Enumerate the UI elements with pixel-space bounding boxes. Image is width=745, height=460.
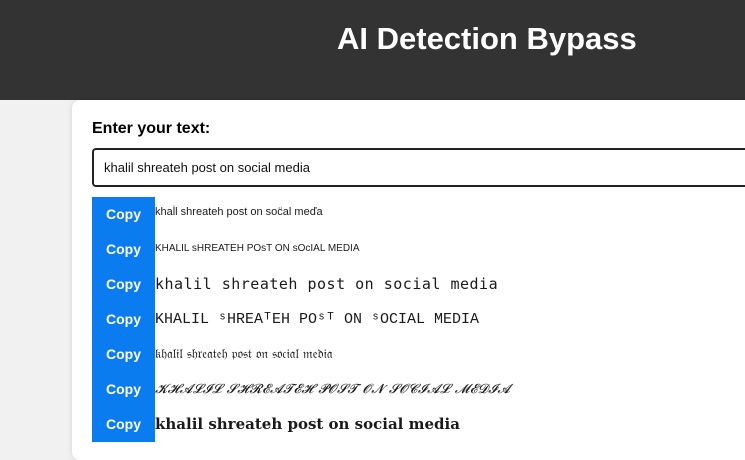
result-text: KHALIL sHREATEH POsT ON sOcIAL MEDIA [155, 243, 360, 254]
input-label: Enter your text: [92, 120, 211, 137]
result-text: khalil shreateh post on social media [155, 275, 499, 293]
copy-button[interactable]: Copy [92, 302, 155, 337]
copy-button[interactable]: Copy [92, 197, 155, 232]
result-row: Copy 𝐤𝐡𝐚𝐥𝐢𝐥 𝐬𝐡𝐫𝐞𝐚𝐭𝐞𝐡 𝐩𝐨𝐬𝐭 𝐨𝐧 𝐬𝐨𝐜𝐢𝐚𝐥 𝐦𝐞𝐝𝐢… [92, 407, 745, 442]
result-row: Copy KHALIL sHREATEH POsT ON sOcIAL MEDI… [92, 232, 745, 267]
result-text: 𝐤𝐡𝐚𝐥𝐢𝐥 𝐬𝐡𝐫𝐞𝐚𝐭𝐞𝐡 𝐩𝐨𝐬𝐭 𝐨𝐧 𝐬𝐨𝐜𝐢𝐚𝐥 𝐦𝐞𝐝𝐢𝐚 [155, 415, 460, 433]
copy-button[interactable]: Copy [92, 267, 155, 302]
result-row: Copy KHALIL ˢHREAᵀEH POˢᵀ ON ˢOCIAL MEDI… [92, 302, 745, 337]
result-text: 𝓚𝓗𝓐𝓛𝓘𝓛 𝓢𝓗𝓡𝓔𝓐𝓣𝓔𝓗 𝓟𝓞𝓢𝓣 𝓞𝓝 𝓢𝓞𝓒𝓘𝓐𝓛 𝓜𝓔𝓓𝓘𝓐 [155, 382, 511, 397]
page-header: AI Detection Bypass [0, 0, 745, 100]
text-input[interactable] [92, 148, 745, 187]
result-text: KHALIL ˢHREAᵀEH POˢᵀ ON ˢOCIAL MEDIA [155, 311, 480, 328]
copy-button[interactable]: Copy [92, 407, 155, 442]
result-text: 𝔨𝔥𝔞𝔩𝔦𝔩 𝔰𝔥𝔯𝔢𝔞𝔱𝔢𝔥 𝔭𝔬𝔰𝔱 𝔬𝔫 𝔰𝔬𝔠𝔦𝔞𝔩 𝔪𝔢𝔡𝔦𝔞 [155, 347, 333, 362]
result-row: Copy khalil shreateh post on social medi… [92, 267, 745, 302]
page-title: AI Detection Bypass [337, 21, 637, 56]
result-text: khal̇l shreateh post on soc̈al meďa [155, 206, 323, 218]
copy-button[interactable]: Copy [92, 232, 155, 267]
copy-button[interactable]: Copy [92, 337, 155, 372]
copy-button[interactable]: Copy [92, 372, 155, 407]
result-row: Copy khal̇l shreateh post on soc̈al meďa [92, 197, 745, 232]
result-row: Copy 𝓚𝓗𝓐𝓛𝓘𝓛 𝓢𝓗𝓡𝓔𝓐𝓣𝓔𝓗 𝓟𝓞𝓢𝓣 𝓞𝓝 𝓢𝓞𝓒𝓘𝓐𝓛 𝓜𝓔𝓓𝓘… [92, 372, 745, 407]
result-row: Copy 𝔨𝔥𝔞𝔩𝔦𝔩 𝔰𝔥𝔯𝔢𝔞𝔱𝔢𝔥 𝔭𝔬𝔰𝔱 𝔬𝔫 𝔰𝔬𝔠𝔦𝔞𝔩 𝔪𝔢𝔡𝔦… [92, 337, 745, 372]
